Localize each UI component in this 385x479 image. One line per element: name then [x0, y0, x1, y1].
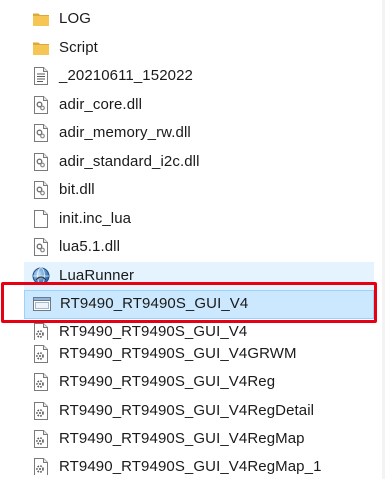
file-name: Script	[59, 38, 98, 56]
file-item-rt9490-gui-v4-exe[interactable]: RT9490_RT9490S_GUI_V4	[24, 290, 374, 319]
file-item-lua51-dll[interactable]: lua5.1.dll	[24, 233, 374, 262]
file-item-rt9490-gui-v4regdetail[interactable]: RT9490_RT9490S_GUI_V4RegDetail	[24, 397, 374, 426]
file-item-luarunner[interactable]: LuaRunner	[24, 261, 374, 290]
file-item-adir-core-dll[interactable]: adir_core.dll	[24, 91, 374, 120]
config-file-icon	[32, 322, 50, 340]
config-file-icon	[32, 401, 50, 421]
file-name: RT9490_RT9490S_GUI_V4	[59, 322, 248, 340]
config-file-icon	[32, 457, 50, 475]
dll-icon	[32, 123, 50, 143]
file-name: _20210611_152022	[59, 67, 193, 85]
config-file-icon	[32, 344, 50, 364]
file-name: LOG	[59, 10, 91, 28]
dll-icon	[32, 95, 50, 115]
file-name: RT9490_RT9490S_GUI_V4	[60, 295, 249, 313]
application-icon	[33, 294, 51, 314]
file-name: RT9490_RT9490S_GUI_V4Reg	[59, 373, 276, 391]
file-name: RT9490_RT9490S_GUI_V4RegMap_1	[59, 457, 322, 475]
file-name: LuaRunner	[59, 266, 135, 284]
dll-icon	[32, 180, 50, 200]
file-name: init.inc_lua	[59, 209, 132, 227]
file-item-rt9490-gui-v4regmap[interactable]: RT9490_RT9490S_GUI_V4RegMap	[24, 425, 374, 454]
file-name: bit.dll	[59, 181, 95, 199]
folder-icon	[32, 9, 50, 29]
file-name: adir_memory_rw.dll	[59, 124, 191, 142]
file-item-rt9490-gui-v4-config[interactable]: RT9490_RT9490S_GUI_V4	[24, 319, 374, 340]
file-item-rt9490-gui-v4grwm[interactable]: RT9490_RT9490S_GUI_V4GRWM	[24, 340, 374, 369]
file-item-log[interactable]: LOG	[24, 5, 374, 34]
file-item-rt9490-gui-v4regmap-1[interactable]: RT9490_RT9490S_GUI_V4RegMap_1	[24, 454, 374, 475]
dll-icon	[32, 152, 50, 172]
file-item-adir-memory-rw-dll[interactable]: adir_memory_rw.dll	[24, 119, 374, 148]
globe-app-icon	[32, 266, 50, 286]
config-file-icon	[32, 372, 50, 392]
file-name: RT9490_RT9490S_GUI_V4RegDetail	[59, 401, 315, 419]
dll-icon	[32, 237, 50, 257]
file-name: RT9490_RT9490S_GUI_V4GRWM	[59, 344, 297, 362]
file-item-bit-dll[interactable]: bit.dll	[24, 176, 374, 205]
file-item-text-document[interactable]: _20210611_152022	[24, 62, 374, 91]
file-list: LOG Script _20210611_152022 adir_core.dl…	[24, 5, 374, 475]
text-document-icon	[32, 66, 50, 86]
file-item-rt9490-gui-v4reg[interactable]: RT9490_RT9490S_GUI_V4Reg	[24, 368, 374, 397]
file-item-adir-standard-i2c-dll[interactable]: adir_standard_i2c.dll	[24, 148, 374, 177]
config-file-icon	[32, 429, 50, 449]
file-item-init-inc-lua[interactable]: init.inc_lua	[24, 205, 374, 234]
file-item-script[interactable]: Script	[24, 34, 374, 63]
file-name: adir_standard_i2c.dll	[59, 152, 200, 170]
blank-file-icon	[32, 209, 50, 229]
file-name: adir_core.dll	[59, 95, 143, 113]
file-name: RT9490_RT9490S_GUI_V4RegMap	[59, 430, 305, 448]
folder-icon	[32, 38, 50, 58]
file-name: lua5.1.dll	[59, 238, 121, 256]
